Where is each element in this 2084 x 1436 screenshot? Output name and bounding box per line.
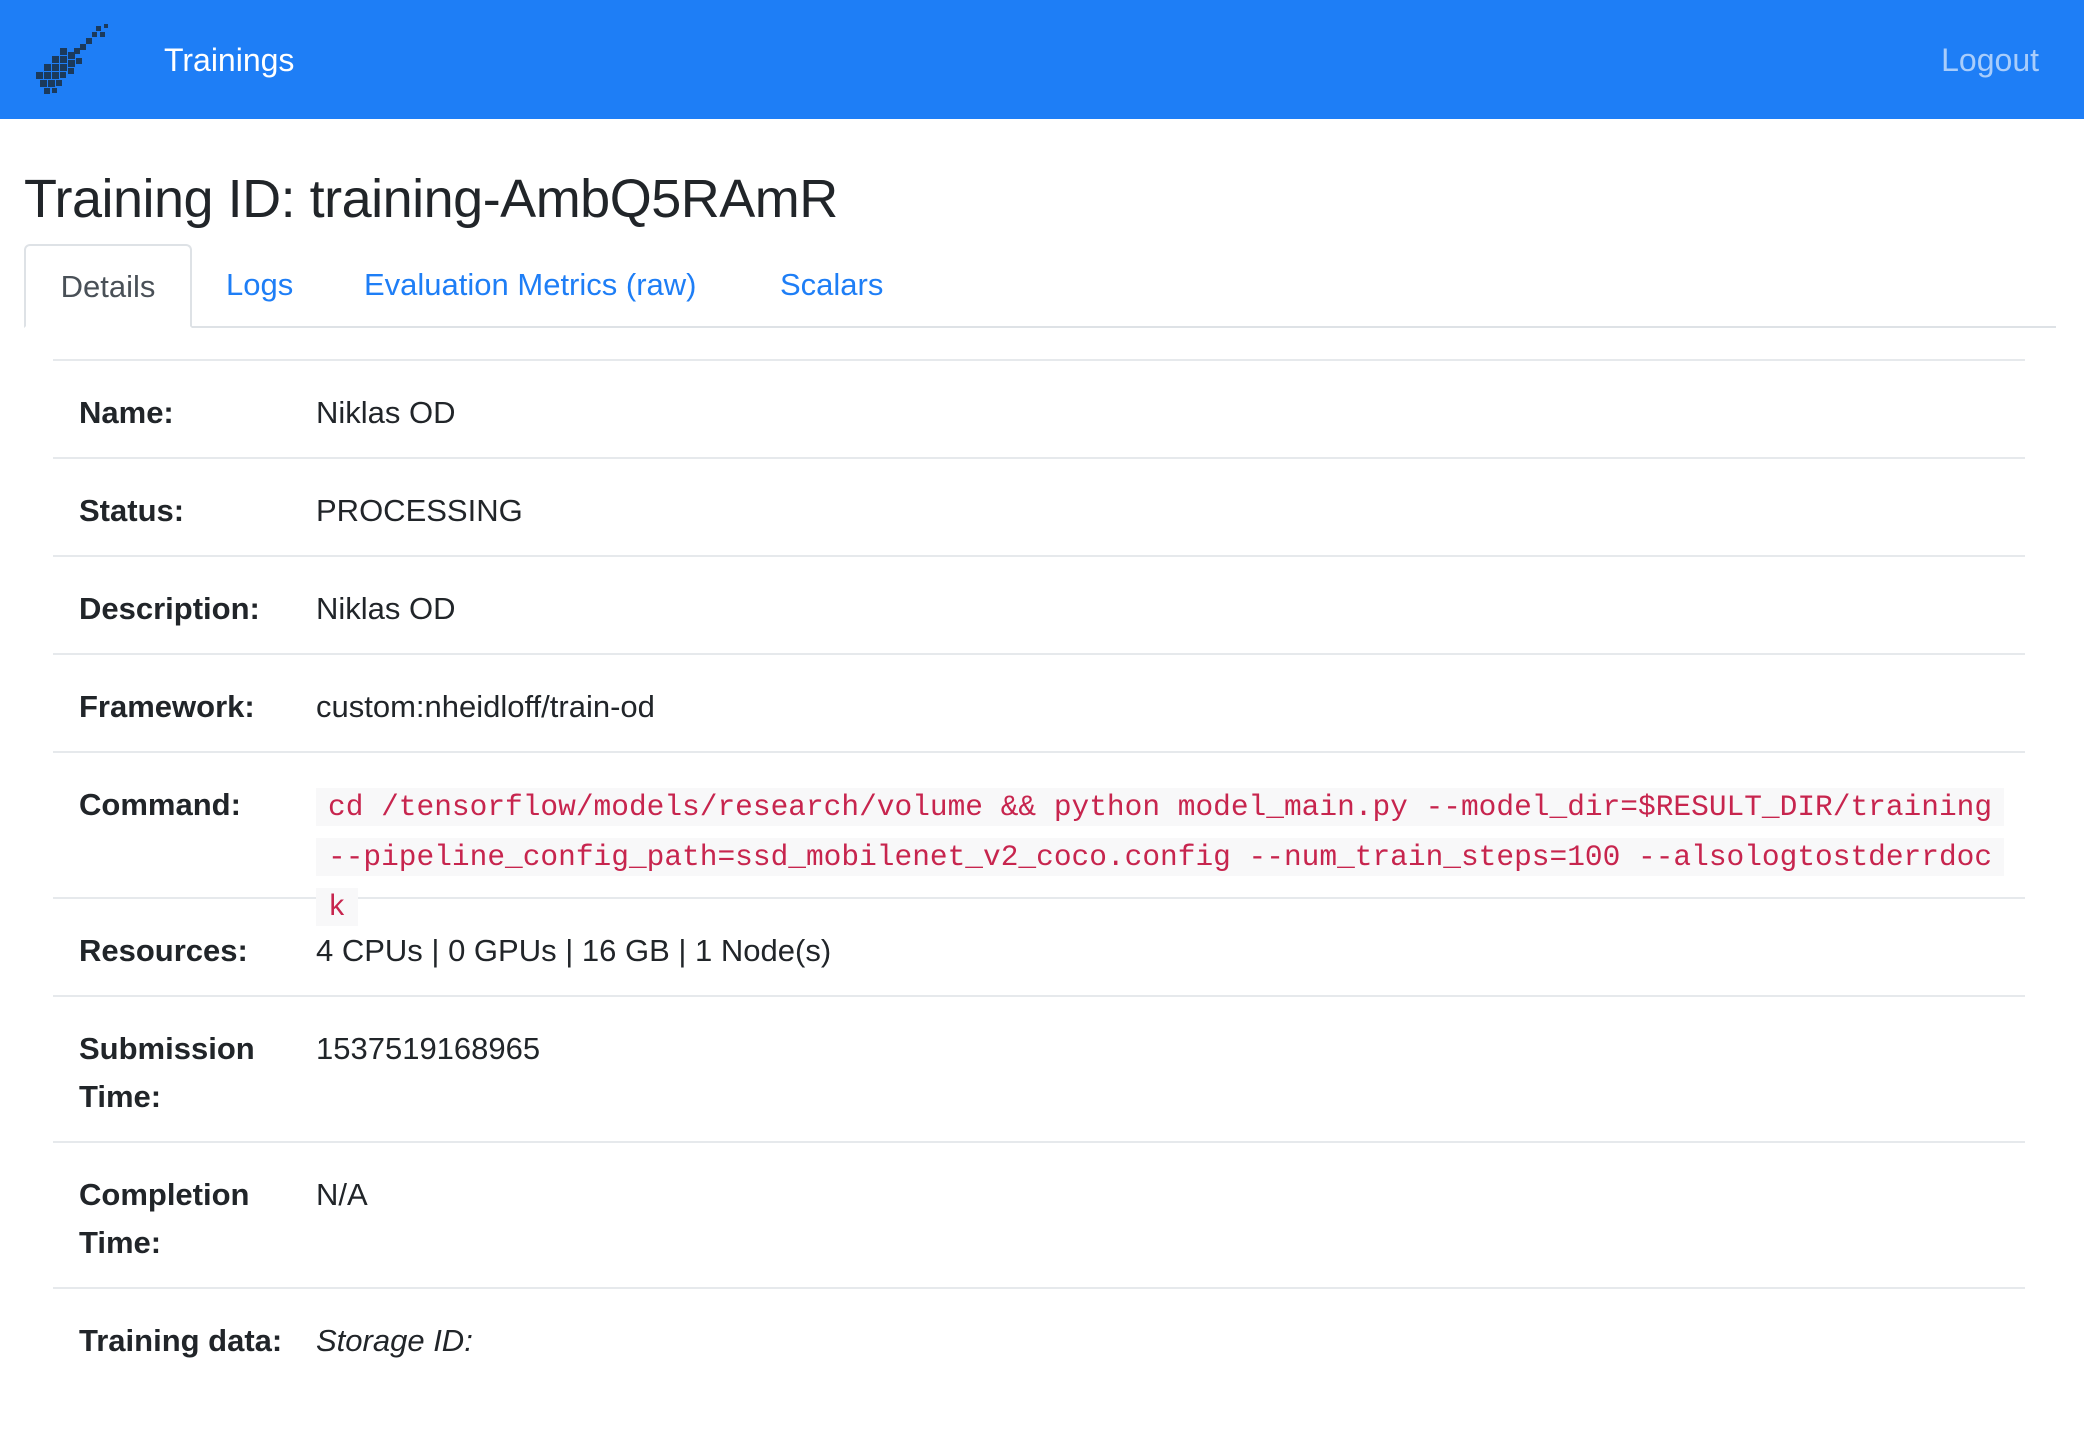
resources-label: Resources:: [79, 933, 248, 968]
status-value: PROCESSING: [316, 493, 523, 528]
guitar-logo-icon[interactable]: [30, 22, 116, 98]
table-row: Name: Niklas OD: [53, 361, 2025, 459]
nav-trainings-link[interactable]: Trainings: [164, 38, 294, 82]
training-data-label: Training data:: [79, 1323, 283, 1358]
storage-id-value: Storage ID:: [316, 1323, 473, 1358]
description-label: Description:: [79, 591, 260, 626]
tab-scalars[interactable]: Scalars: [780, 244, 883, 326]
table-row: Submission Time: 1537519168965: [53, 997, 2025, 1143]
table-row: Command: cd /tensorflow/models/research/…: [53, 753, 2025, 926]
table-row: Description: Niklas OD: [53, 557, 2025, 655]
tab-details[interactable]: Details: [24, 244, 192, 328]
name-value: Niklas OD: [316, 395, 456, 430]
framework-value: custom:nheidloff/train-od: [316, 689, 655, 724]
status-label: Status:: [79, 493, 185, 528]
tab-bar: Details Logs Evaluation Metrics (raw) Sc…: [24, 244, 2056, 328]
top-navbar: Trainings Logout: [0, 0, 2084, 119]
command-label: Command:: [79, 787, 241, 822]
table-row: Training data: Storage ID:: [53, 1289, 2025, 1435]
submission-time-value: 1537519168965: [316, 1031, 541, 1066]
details-table: Name: Niklas OD Status: PROCESSING Descr…: [53, 359, 2025, 1435]
description-value: Niklas OD: [316, 591, 456, 626]
framework-label: Framework:: [79, 689, 255, 724]
submission-time-label: Submission Time:: [79, 1031, 255, 1114]
name-label: Name:: [79, 395, 174, 430]
resources-value: 4 CPUs | 0 GPUs | 16 GB | 1 Node(s): [316, 933, 832, 968]
tab-logs[interactable]: Logs: [226, 244, 293, 326]
table-row: Completion Time: N/A: [53, 1143, 2025, 1289]
table-row: Status: PROCESSING: [53, 459, 2025, 557]
completion-time-label: Completion Time:: [79, 1177, 250, 1260]
completion-time-value: N/A: [316, 1177, 368, 1212]
table-row: Resources: 4 CPUs | 0 GPUs | 16 GB | 1 N…: [53, 899, 2025, 997]
page-title: Training ID: training-AmbQ5RAmR: [24, 169, 838, 229]
table-row: Framework: custom:nheidloff/train-od: [53, 655, 2025, 753]
tab-evaluation-metrics[interactable]: Evaluation Metrics (raw): [364, 244, 696, 326]
logout-link[interactable]: Logout: [1941, 38, 2039, 82]
